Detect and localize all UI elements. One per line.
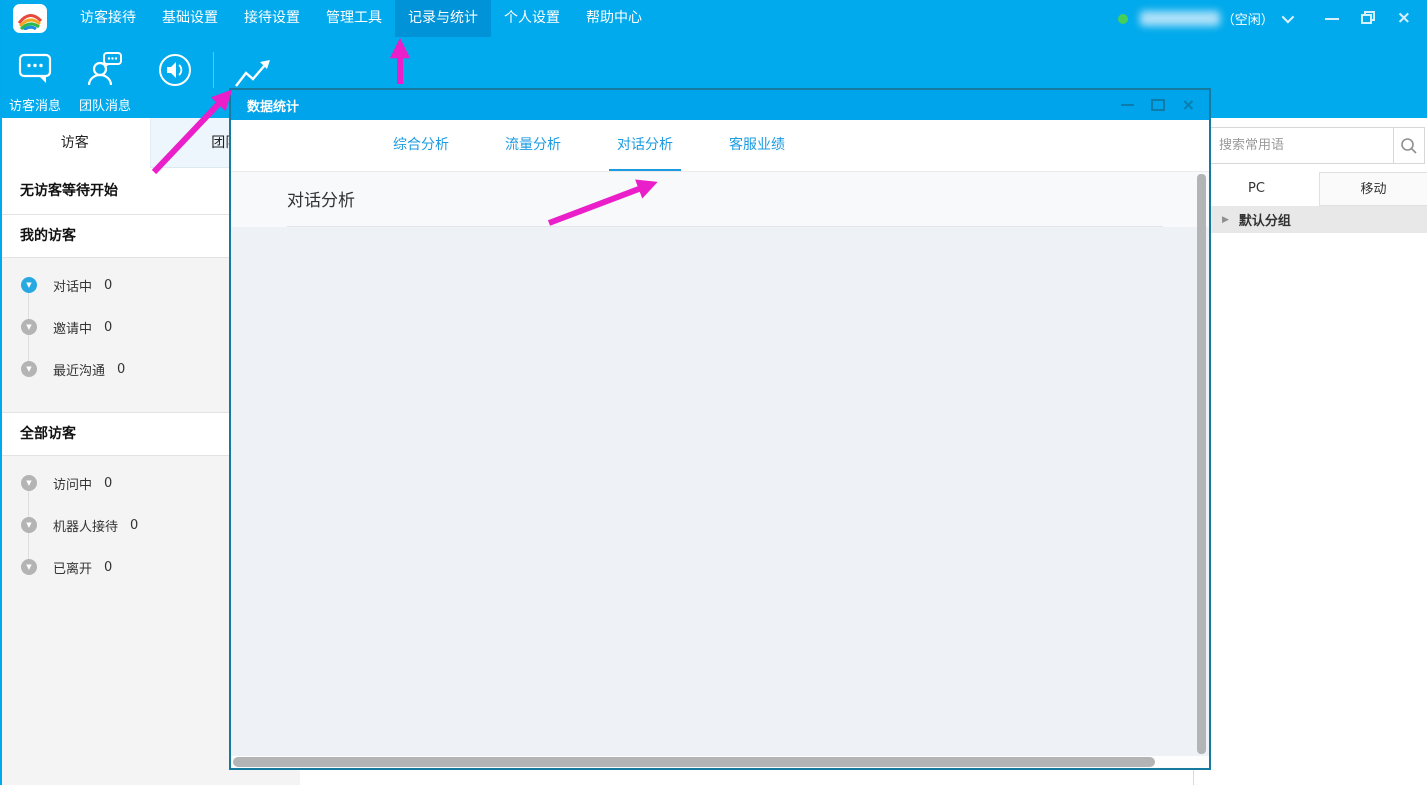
- search-icon: [1400, 137, 1418, 155]
- header-right: （空闲） ×: [1118, 0, 1427, 37]
- toolbar-visitor-messages-button[interactable]: 访客消息: [3, 52, 67, 114]
- modal-window-controls: ×: [1121, 97, 1195, 113]
- expand-triangle-icon: ▼: [21, 475, 37, 491]
- modal-content-header: 对话分析: [231, 172, 1209, 227]
- menu-item-reception-settings[interactable]: 接待设置: [231, 0, 313, 37]
- modal-title: 数据统计: [247, 96, 299, 115]
- item-count: 0: [117, 362, 125, 377]
- window-minimize-button[interactable]: [1325, 18, 1339, 20]
- app: { "colors": { "header_cyan": "#00aaec", …: [0, 0, 1427, 785]
- quick-phrases-panel: PC 移动 ▶ 默认分组: [1194, 118, 1427, 785]
- default-group-row[interactable]: ▶ 默认分组: [1194, 206, 1427, 233]
- modal-titlebar[interactable]: 数据统计 ×: [231, 90, 1209, 120]
- item-label: 对话中: [53, 276, 92, 295]
- item-label: 已离开: [53, 558, 92, 577]
- modal-tabs: 综合分析 流量分析 对话分析 客服业绩: [231, 120, 1209, 172]
- tab-comprehensive-analysis[interactable]: 综合分析: [383, 120, 459, 171]
- item-count: 0: [104, 278, 112, 293]
- quick-phrase-tabs: PC 移动: [1194, 172, 1427, 206]
- top-menu-bar: 访客接待 基础设置 接待设置 管理工具 记录与统计 个人设置 帮助中心 （空闲）: [0, 0, 1427, 37]
- stats-chart-icon: [230, 55, 280, 91]
- tab-pc[interactable]: PC: [1194, 172, 1319, 206]
- expand-triangle-icon: ▼: [21, 559, 37, 575]
- menu-item-management-tools[interactable]: 管理工具: [313, 0, 395, 37]
- menu-item-records-statistics[interactable]: 记录与统计: [395, 0, 491, 37]
- modal-minimize-button[interactable]: [1121, 104, 1134, 106]
- online-status-dot-icon: [1118, 14, 1128, 24]
- item-count: 0: [130, 518, 138, 533]
- menu-item-visitor-reception[interactable]: 访客接待: [67, 0, 149, 37]
- tab-traffic-analysis[interactable]: 流量分析: [495, 120, 571, 171]
- toolbar-separator: [213, 52, 214, 88]
- toolbar-system-messages-button[interactable]: [143, 52, 207, 95]
- item-label: 访问中: [53, 474, 92, 493]
- item-label: 邀请中: [53, 318, 92, 337]
- window-left-border: [0, 0, 2, 785]
- search-button[interactable]: [1394, 137, 1424, 155]
- menu-item-personal-settings[interactable]: 个人设置: [491, 0, 573, 37]
- tab-conversation-analysis[interactable]: 对话分析: [607, 120, 683, 171]
- window-restore-button[interactable]: [1361, 9, 1375, 28]
- modal-content-body: [231, 227, 1209, 756]
- tab-agent-performance[interactable]: 客服业绩: [719, 120, 795, 171]
- menu-item-basic-settings[interactable]: 基础设置: [149, 0, 231, 37]
- user-status-label[interactable]: （空闲）: [1222, 9, 1274, 28]
- group-label: 默认分组: [1239, 210, 1291, 229]
- search-input[interactable]: [1211, 138, 1393, 153]
- expand-triangle-icon: ▼: [21, 361, 37, 377]
- window-close-button[interactable]: ×: [1397, 10, 1411, 27]
- status-chevron-down-icon[interactable]: [1281, 11, 1294, 24]
- toolbar-label: 访客消息: [3, 95, 67, 114]
- tab-mobile[interactable]: 移动: [1319, 172, 1427, 206]
- user-name-redacted: [1140, 11, 1220, 26]
- toolbar-label: 团队消息: [73, 95, 137, 114]
- expand-triangle-icon: ▼: [21, 277, 37, 293]
- item-count: 0: [104, 320, 112, 335]
- window-controls: ×: [1325, 9, 1411, 28]
- horizontal-scrollbar-track: [231, 756, 1209, 768]
- menu-item-help-center[interactable]: 帮助中心: [573, 0, 655, 37]
- toolbar-team-messages-button[interactable]: 团队消息: [73, 52, 137, 114]
- quick-phrase-search-box: [1210, 127, 1425, 164]
- expand-triangle-icon: ▼: [21, 517, 37, 533]
- sidebar-tab-visitor[interactable]: 访客: [0, 118, 150, 168]
- modal-close-button[interactable]: ×: [1182, 97, 1195, 113]
- menu-items: 访客接待 基础设置 接待设置 管理工具 记录与统计 个人设置 帮助中心: [67, 0, 655, 37]
- vertical-scrollbar[interactable]: [1197, 174, 1206, 754]
- toolbar-data-statistics-button[interactable]: [230, 55, 280, 91]
- item-label: 机器人接待: [53, 516, 118, 535]
- data-statistics-modal: 数据统计 × 综合分析 流量分析 对话分析 客服业绩 对话分析: [229, 88, 1211, 770]
- chat-bubble-icon: [3, 52, 67, 88]
- content-heading: 对话分析: [287, 186, 355, 211]
- modal-maximize-button[interactable]: [1151, 99, 1165, 111]
- app-logo-icon: [13, 4, 47, 33]
- item-label: 最近沟通: [53, 360, 105, 379]
- team-message-icon: [73, 52, 137, 88]
- item-count: 0: [104, 560, 112, 575]
- speaker-icon: [143, 52, 207, 88]
- expand-triangle-icon: ▼: [21, 319, 37, 335]
- horizontal-scrollbar[interactable]: [233, 757, 1155, 767]
- collapse-triangle-icon: ▶: [1222, 215, 1229, 225]
- item-count: 0: [104, 476, 112, 491]
